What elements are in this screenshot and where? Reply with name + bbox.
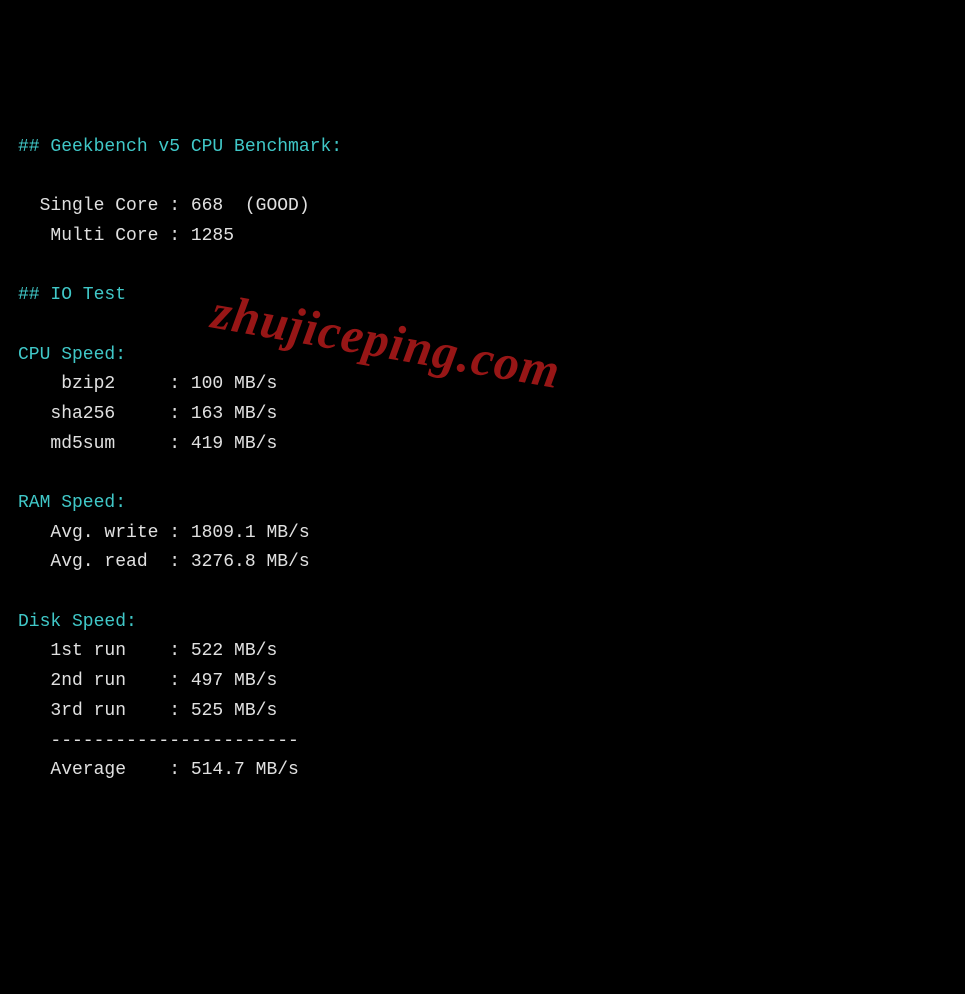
md5sum-value: 419 MB/s (191, 434, 277, 454)
ram-read-value: 3276.8 MB/s (191, 552, 310, 572)
multi-core-value: 1285 (191, 226, 234, 246)
ram-write-label: Avg. write : (18, 523, 191, 543)
single-core-label: Single Core : (18, 196, 191, 216)
disk-run1-label: 1st run : (18, 641, 191, 661)
disk-run1-value: 522 MB/s (191, 641, 277, 661)
ram-speed-heading: RAM Speed: (18, 493, 126, 513)
disk-avg-value: 514.7 MB/s (191, 760, 299, 780)
sha256-label: sha256 : (18, 404, 191, 424)
geekbench-heading: ## Geekbench v5 CPU Benchmark: (18, 137, 342, 157)
io-test-heading: ## IO Test (18, 285, 126, 305)
disk-speed-heading: Disk Speed: (18, 612, 137, 632)
disk-run3-value: 525 MB/s (191, 701, 277, 721)
disk-run2-value: 497 MB/s (191, 671, 277, 691)
disk-avg-label: Average : (18, 760, 191, 780)
disk-run2-label: 2nd run : (18, 671, 191, 691)
single-core-value: 668 (GOOD) (191, 196, 310, 216)
terminal-output: ## Geekbench v5 CPU Benchmark: Single Co… (18, 133, 947, 786)
ram-write-value: 1809.1 MB/s (191, 523, 310, 543)
ram-read-label: Avg. read : (18, 552, 191, 572)
disk-divider: ----------------------- (18, 731, 299, 751)
multi-core-label: Multi Core : (18, 226, 191, 246)
disk-run3-label: 3rd run : (18, 701, 191, 721)
sha256-value: 163 MB/s (191, 404, 277, 424)
bzip2-value: 100 MB/s (191, 374, 277, 394)
md5sum-label: md5sum : (18, 434, 191, 454)
cpu-speed-heading: CPU Speed: (18, 345, 126, 365)
bzip2-label: bzip2 : (18, 374, 191, 394)
